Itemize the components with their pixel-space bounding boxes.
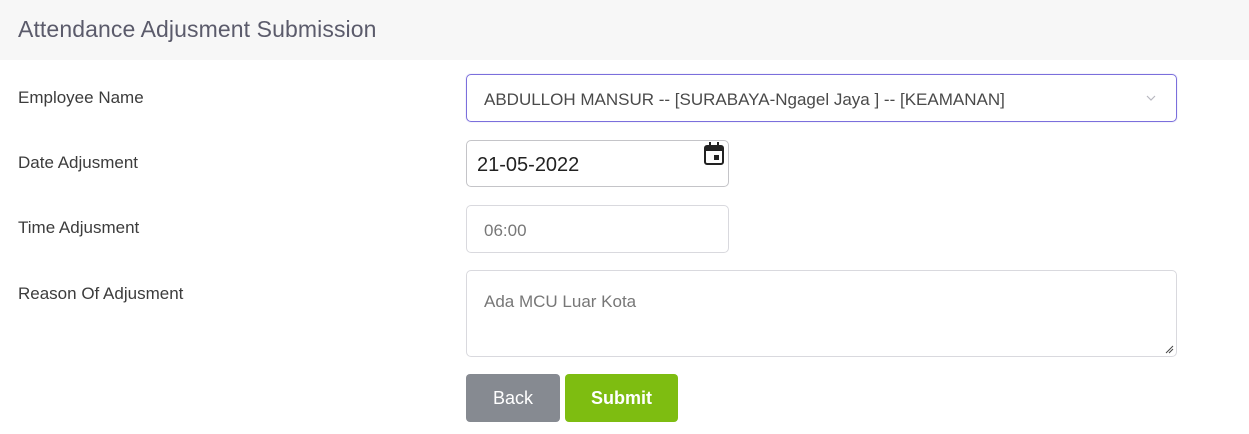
reason-label: Reason Of Adjusment xyxy=(18,284,184,303)
page-header: Attendance Adjusment Submission xyxy=(0,0,1249,60)
date-adjustment-value: 21-05-2022 xyxy=(477,154,580,176)
employee-name-select[interactable]: ABDULLOH MANSUR -- [SURABAYA-Ngagel Jaya… xyxy=(466,74,1177,122)
date-adjustment-label: Date Adjusment xyxy=(18,153,139,172)
time-adjustment-label: Time Adjusment xyxy=(18,218,140,237)
employee-name-label: Employee Name xyxy=(18,88,144,107)
resize-handle-icon[interactable] xyxy=(1164,344,1174,354)
back-button[interactable]: Back xyxy=(466,374,560,422)
date-adjustment-input[interactable]: 21-05-2022 xyxy=(466,140,729,187)
employee-name-value: ABDULLOH MANSUR -- [SURABAYA-Ngagel Jaya… xyxy=(484,90,1005,109)
page-title: Attendance Adjusment Submission xyxy=(18,16,377,42)
reason-textarea[interactable]: Ada MCU Luar Kota xyxy=(466,270,1177,357)
time-adjustment-value: 06:00 xyxy=(484,221,527,240)
submit-button[interactable]: Submit xyxy=(565,374,678,422)
time-adjustment-input[interactable]: 06:00 xyxy=(466,205,729,253)
chevron-down-icon xyxy=(1146,95,1156,101)
reason-value: Ada MCU Luar Kota xyxy=(484,292,637,311)
calendar-icon[interactable] xyxy=(702,141,726,167)
